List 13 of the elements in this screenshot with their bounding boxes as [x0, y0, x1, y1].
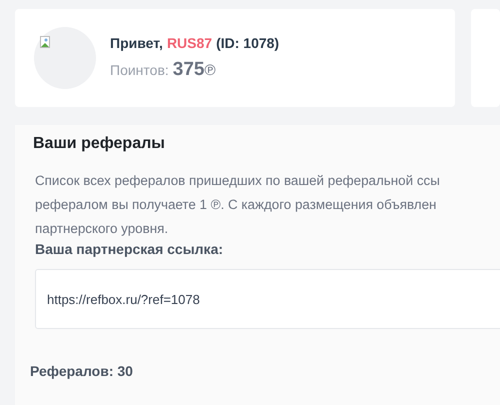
referral-count: Рефералов: 30	[30, 363, 134, 379]
points-label: Поинтов:	[110, 62, 169, 78]
broken-image-icon	[40, 36, 50, 48]
referral-link-field[interactable]: https://refbox.ru/?ref=1078	[35, 269, 500, 329]
points-value: 375℗	[172, 59, 216, 81]
section-title: Ваши рефералы	[33, 135, 166, 153]
username: RUS87	[166, 35, 212, 51]
description-line: рефералом вы получаете 1 ℗. С каждого размещения объявлен	[35, 196, 438, 214]
link-label: Ваша партнерская ссылка:	[35, 241, 224, 257]
description-line: партнерского уровня.	[35, 220, 170, 238]
greeting-text: Привет,	[110, 35, 163, 51]
description-line: Список всех рефералов пришедших по вашей реферальной ссы	[35, 172, 441, 190]
user-id: (ID: 1078)	[216, 35, 280, 51]
